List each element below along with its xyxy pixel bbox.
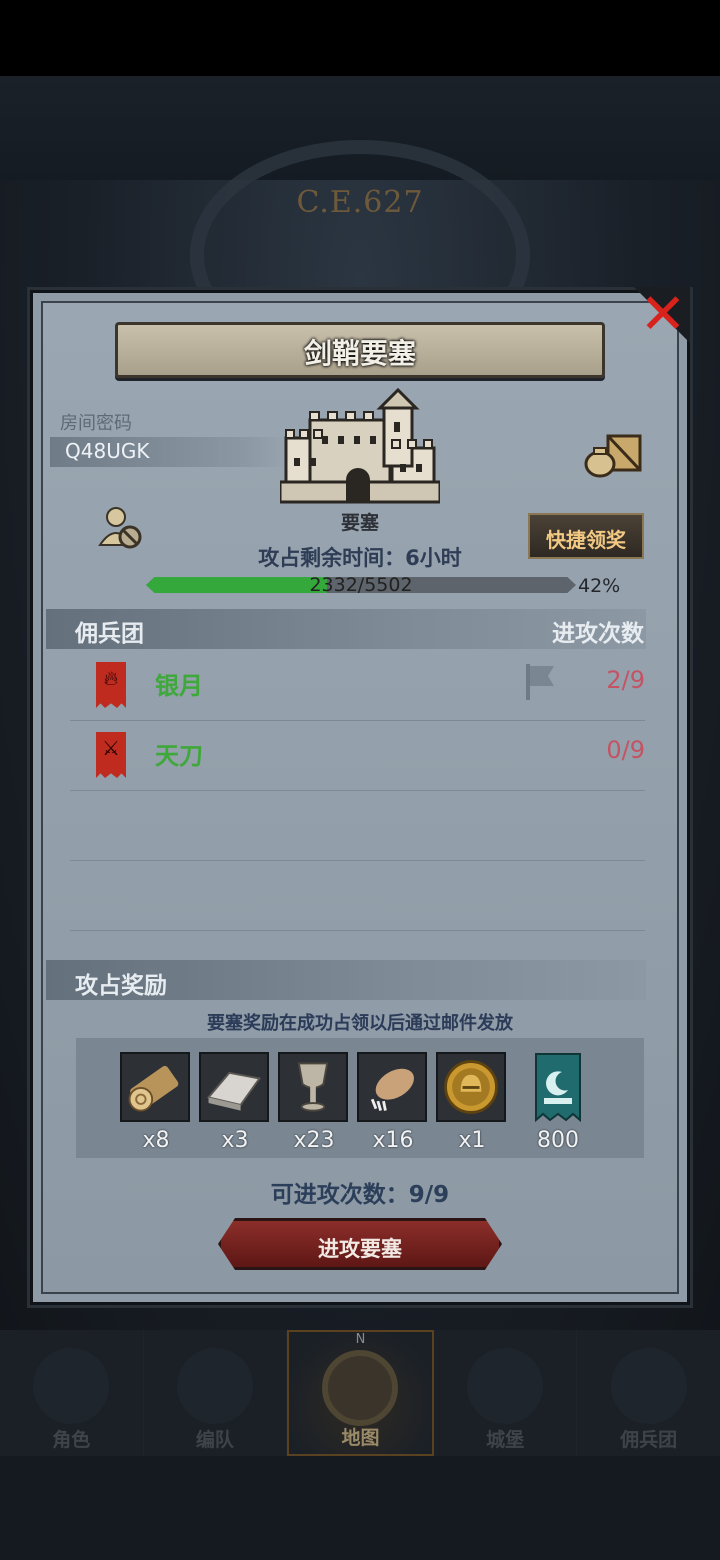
- reward-item[interactable]: x8: [120, 1052, 192, 1153]
- reward-qty: x8: [142, 1128, 170, 1153]
- attack-fortress-button[interactable]: 进攻要塞: [218, 1218, 502, 1270]
- quick-claim-button[interactable]: 快捷领奖: [528, 513, 644, 559]
- empty-row: [70, 790, 645, 861]
- ship-icon: [610, 1348, 687, 1424]
- dialog-title: 剑鞘要塞: [303, 337, 416, 370]
- mercenary-row[interactable]: 🔥︎ 银月 2/9: [70, 650, 645, 721]
- nav-item-squad[interactable]: 编队: [144, 1330, 288, 1456]
- reward-qty: 800: [537, 1128, 579, 1153]
- knight-icon: [33, 1348, 110, 1424]
- era-label: C.E.627: [296, 185, 424, 220]
- iron-ingot-icon: [199, 1052, 269, 1122]
- reward-item[interactable]: 800: [522, 1052, 594, 1153]
- bottom-nav: 角色 编队 N 地图 城堡 佣兵团: [0, 1330, 720, 1456]
- guild-banner-icon: [535, 1053, 581, 1123]
- castle-icon: [467, 1348, 544, 1424]
- reward-qty: x23: [293, 1128, 335, 1153]
- mercenary-name: 天刀: [155, 742, 203, 770]
- reward-qty: x16: [372, 1128, 414, 1153]
- fur-pelt-icon: [357, 1052, 427, 1122]
- goblet-icon: [278, 1052, 348, 1122]
- empty-row: [70, 860, 645, 931]
- bottom-bar: [0, 1456, 720, 1560]
- room-password-value: Q48UGK: [65, 439, 150, 463]
- reward-qty: x3: [221, 1128, 249, 1153]
- helmet-coin-icon: [436, 1052, 506, 1122]
- wood-log-icon: [120, 1052, 190, 1122]
- mercenary-row[interactable]: ⚔︎ 天刀 0/9: [70, 720, 645, 791]
- quick-claim-label: 快捷领奖: [546, 528, 626, 552]
- nav-item-mercenary[interactable]: 佣兵团: [577, 1330, 720, 1456]
- reward-list: x8 x3 x23 x16 x1 800: [76, 1038, 644, 1158]
- helmet-squad-icon: [176, 1348, 253, 1424]
- reward-qty: x1: [458, 1128, 486, 1153]
- compass-map-icon: [322, 1350, 399, 1426]
- mercenary-name: 银月: [155, 672, 203, 700]
- attacks-remaining: 可进攻次数：9/9: [270, 1182, 450, 1208]
- nav-label: 地图: [341, 1427, 380, 1449]
- attack-fortress-label: 进攻要塞: [318, 1237, 402, 1261]
- rewards-mail-hint: 要塞奖励在成功占领以后通过邮件发放: [207, 1013, 513, 1034]
- nav-item-character[interactable]: 角色: [0, 1330, 144, 1456]
- fortress-castle-icon: [280, 388, 440, 504]
- nav-label: 角色: [52, 1429, 91, 1451]
- fire-emblem-icon: 🔥︎: [103, 666, 119, 690]
- no-members-icon[interactable]: [96, 505, 144, 551]
- nav-label: 佣兵团: [620, 1429, 678, 1451]
- nav-item-map[interactable]: N 地图: [287, 1330, 434, 1456]
- nav-label: 编队: [195, 1429, 234, 1451]
- close-x-icon[interactable]: ✕: [638, 287, 688, 343]
- reward-item[interactable]: x1: [436, 1052, 508, 1153]
- flag-icon: [526, 664, 554, 700]
- occupy-progress-text: 2332/5502: [309, 574, 413, 596]
- title-plaque: 剑鞘要塞: [115, 322, 605, 378]
- mercenary-attack-count: 2/9: [606, 666, 645, 694]
- mercenary-attack-count: 0/9: [606, 736, 645, 764]
- sword-emblem-icon: ⚔︎: [102, 736, 120, 760]
- room-password-label: 房间密码: [60, 413, 132, 434]
- nav-item-castle[interactable]: 城堡: [434, 1330, 578, 1456]
- rewards-header: 攻占奖励: [75, 973, 167, 999]
- reward-item[interactable]: x23: [278, 1052, 350, 1153]
- status-bar-area: [0, 0, 720, 76]
- compass-north-label: N: [355, 1332, 366, 1347]
- reward-item[interactable]: x16: [357, 1052, 429, 1153]
- nav-label: 城堡: [486, 1429, 525, 1451]
- mercenary-header: 佣兵团: [75, 621, 144, 647]
- attack-count-header: 进攻次数: [552, 621, 644, 647]
- loot-bag-crate-icon[interactable]: [584, 432, 644, 478]
- reward-item[interactable]: x3: [199, 1052, 271, 1153]
- occupy-progress-percent: 42%: [578, 575, 621, 597]
